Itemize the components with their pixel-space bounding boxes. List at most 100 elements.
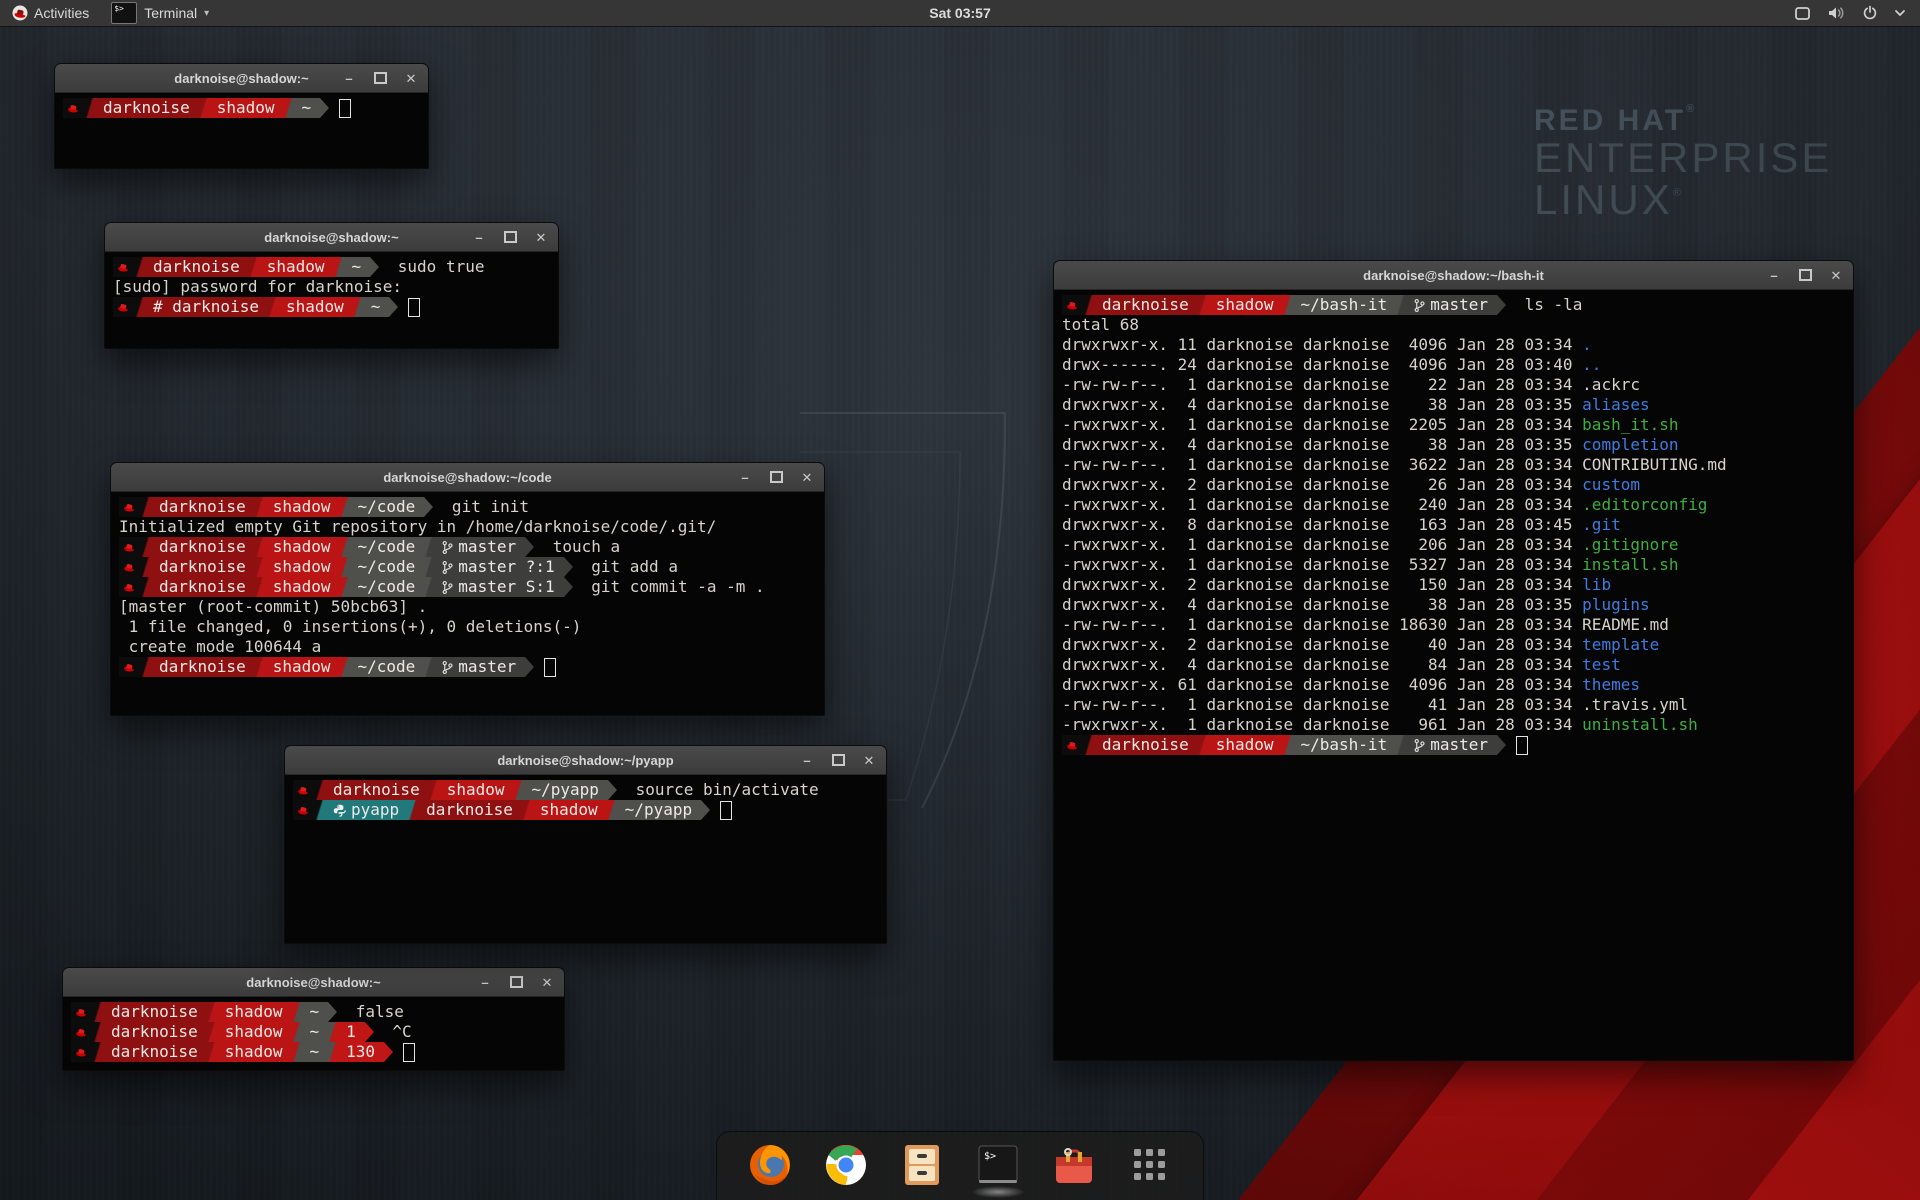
segment-separator <box>93 1022 102 1042</box>
git-branch-icon <box>442 540 453 555</box>
segment-arrow <box>384 1042 393 1062</box>
titlebar[interactable]: darknoise@shadow:~ –✕ <box>55 64 428 93</box>
titlebar[interactable]: darknoise@shadow:~ – ✕ <box>105 223 558 252</box>
minimize-button[interactable]: – <box>342 71 356 85</box>
terminal-content[interactable]: darknoiseshadow~ <box>55 93 428 118</box>
redhat-prompt-icon <box>116 300 130 314</box>
segment-separator <box>522 800 531 820</box>
prompt-segment: master ?:1 <box>433 557 563 577</box>
titlebar[interactable]: darknoise@shadow:~ –✕ <box>63 968 564 997</box>
terminal-window-exitcodes[interactable]: darknoise@shadow:~ –✕ darknoiseshadow~ f… <box>62 967 565 1071</box>
minimize-button[interactable]: – <box>800 753 814 767</box>
ls-row: -rw-rw-r--. 1 darknoise darknoise 41 Jan… <box>1062 695 1845 715</box>
segment-separator <box>424 657 433 677</box>
close-button[interactable]: ✕ <box>862 753 876 767</box>
ls-row: drwxrwxr-x. 61 darknoise darknoise 4096 … <box>1062 675 1845 695</box>
activities-button[interactable]: Activities <box>0 0 101 26</box>
ls-row: drwxrwxr-x. 8 darknoise darknoise 163 Ja… <box>1062 515 1845 535</box>
screen-icon[interactable] <box>1794 6 1811 21</box>
close-button[interactable]: ✕ <box>540 975 554 989</box>
segment-separator <box>85 98 94 118</box>
segment-arrow <box>365 1022 374 1042</box>
minimize-button[interactable]: – <box>478 975 492 989</box>
prompt-segment: ~ <box>301 1022 329 1042</box>
titlebar[interactable]: darknoise@shadow:~/pyapp – ✕ <box>285 746 886 775</box>
file-name: plugins <box>1582 595 1649 614</box>
git-branch-icon <box>442 580 453 595</box>
maximize-button[interactable] <box>509 975 523 989</box>
segment-separator <box>141 577 150 597</box>
app-menu-terminal[interactable]: $> Terminal ▾ <box>101 0 219 26</box>
close-button[interactable]: ✕ <box>800 470 814 484</box>
file-name: lib <box>1582 575 1611 594</box>
prompt-line: darknoiseshadow~ false <box>71 1002 556 1022</box>
minimize-button[interactable]: – <box>738 470 752 484</box>
segment-arrow <box>525 537 534 557</box>
segment-separator <box>141 497 150 517</box>
titlebar[interactable]: darknoise@shadow:~/bash-it –✕ <box>1054 261 1853 290</box>
terminal-content[interactable]: darknoiseshadow~/pyapp source bin/activa… <box>285 775 886 820</box>
prompt-line: darknoiseshadow~/code git init <box>119 497 816 517</box>
segment-separator <box>408 800 417 820</box>
prompt-segment: ~/code <box>349 497 425 517</box>
redhat-prompt-icon <box>122 560 136 574</box>
maximize-button[interactable] <box>373 71 387 85</box>
dock-files-icon[interactable] <box>899 1142 945 1188</box>
terminal-window-bash-it[interactable]: darknoise@shadow:~/bash-it –✕ darknoises… <box>1053 260 1854 1061</box>
top-bar: Activities $> Terminal ▾ Sat 03:57 <box>0 0 1920 27</box>
segment-separator <box>340 657 349 677</box>
dock-firefox-icon[interactable] <box>747 1142 793 1188</box>
power-icon[interactable] <box>1862 5 1878 21</box>
segment-separator <box>607 800 616 820</box>
maximize-button[interactable] <box>503 230 517 244</box>
window-title: darknoise@shadow:~/pyapp <box>497 753 673 768</box>
ls-row: -rw-rw-r--. 1 darknoise darknoise 18630 … <box>1062 615 1845 635</box>
prompt-segment: darknoise <box>102 1022 207 1042</box>
redhat-prompt-icon <box>74 1045 88 1059</box>
maximize-button[interactable] <box>1798 268 1812 282</box>
prompt-segment <box>119 497 141 517</box>
clock[interactable]: Sat 03:57 <box>929 5 990 21</box>
terminal-content[interactable]: darknoiseshadow~ falsedarknoiseshadow~1 … <box>63 997 564 1062</box>
terminal-content[interactable]: darknoiseshadow~ sudo true[sudo] passwor… <box>105 252 558 317</box>
dock-toolbox-icon[interactable] <box>1051 1142 1097 1188</box>
python-venv-icon <box>333 804 346 817</box>
volume-icon[interactable] <box>1827 5 1846 21</box>
redhat-prompt-icon <box>122 660 136 674</box>
terminal-content[interactable]: darknoiseshadow~/code git initInitialize… <box>111 492 824 677</box>
segment-separator <box>141 537 150 557</box>
minimize-button[interactable]: – <box>1767 268 1781 282</box>
command-text: git commit -a -m . <box>573 577 765 597</box>
close-button[interactable]: ✕ <box>404 71 418 85</box>
maximize-button[interactable] <box>831 753 845 767</box>
close-button[interactable]: ✕ <box>534 230 548 244</box>
segment-separator <box>199 98 208 118</box>
close-button[interactable]: ✕ <box>1829 268 1843 282</box>
prompt-segment: master <box>433 657 525 677</box>
segment-arrow <box>1497 735 1506 755</box>
terminal-window-home-1[interactable]: darknoise@shadow:~ –✕ darknoiseshadow~ <box>54 63 429 169</box>
minimize-button[interactable]: – <box>472 230 486 244</box>
segment-separator <box>315 800 324 820</box>
dock-terminal-icon[interactable]: $> <box>975 1142 1021 1188</box>
ls-row: drwxrwxr-x. 4 darknoise darknoise 38 Jan… <box>1062 435 1845 455</box>
terminal-window-code[interactable]: darknoise@shadow:~/code –✕ darknoiseshad… <box>110 462 825 716</box>
terminal-window-sudo[interactable]: darknoise@shadow:~ – ✕ darknoiseshadow~ s… <box>104 222 559 349</box>
redhat-prompt-icon <box>296 783 310 797</box>
terminal-window-pyapp[interactable]: darknoise@shadow:~/pyapp – ✕ darknoisesha… <box>284 745 887 944</box>
prompt-segment: shadow <box>264 557 340 577</box>
maximize-button[interactable] <box>769 470 783 484</box>
terminal-cursor <box>403 1043 415 1062</box>
git-branch-icon <box>1414 298 1425 313</box>
system-menu-chevron-icon[interactable] <box>1894 9 1906 17</box>
file-name: uninstall.sh <box>1582 715 1698 734</box>
titlebar[interactable]: darknoise@shadow:~/code –✕ <box>111 463 824 492</box>
segment-separator <box>1396 295 1405 315</box>
segment-separator <box>207 1002 216 1022</box>
dock-chrome-icon[interactable] <box>823 1142 869 1188</box>
dock-show-apps-icon[interactable] <box>1127 1142 1173 1188</box>
file-name: themes <box>1582 675 1640 694</box>
terminal-content[interactable]: darknoiseshadow~/bash-itmaster ls -latot… <box>1054 290 1853 755</box>
window-title: darknoise@shadow:~ <box>264 230 398 245</box>
segment-separator <box>315 780 324 800</box>
